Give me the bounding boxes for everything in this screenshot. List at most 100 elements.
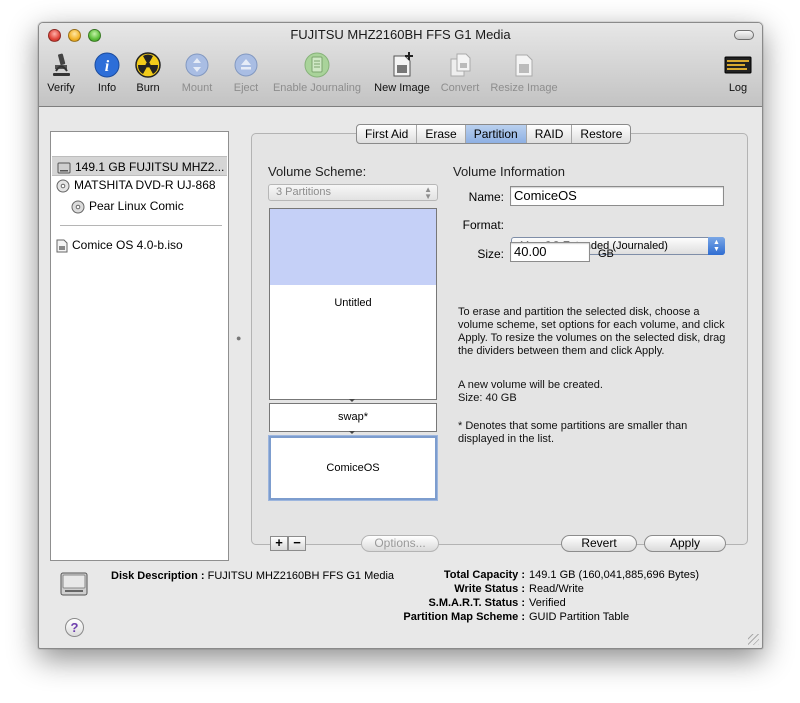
tab-partition[interactable]: Partition — [465, 125, 527, 143]
eject-button[interactable]: Eject — [230, 51, 262, 94]
convert-label: Convert — [440, 82, 480, 94]
new-volume-size: Size: 40 GB — [458, 392, 517, 404]
sidebar-item-label: Pear Linux Comic — [89, 199, 184, 213]
partition-divider-handle[interactable] — [349, 431, 355, 434]
eject-icon — [234, 53, 258, 77]
size-label: Size: — [477, 247, 504, 261]
write-status-key: Write Status : — [454, 583, 525, 595]
log-label: Log — [728, 82, 748, 94]
split-view-handle[interactable]: ● — [236, 333, 241, 343]
partition-map-scheme-key: Partition Map Scheme : — [403, 611, 525, 623]
partition-untitled[interactable]: Untitled — [269, 208, 437, 400]
smart-status-value: Verified — [529, 597, 566, 609]
burn-button[interactable]: Burn — [133, 51, 163, 94]
remove-partition-button[interactable]: − — [288, 536, 306, 551]
partition-map: Untitled swap* ComiceOS — [269, 208, 437, 502]
volume-name-field[interactable]: ComiceOS — [510, 186, 724, 206]
new-volume-status: A new volume will be created. — [458, 379, 603, 391]
size-unit: GB — [598, 248, 614, 260]
partition-help-text: To erase and partition the selected disk… — [458, 306, 726, 357]
new-image-button[interactable]: New Image — [372, 51, 432, 94]
convert-icon — [450, 53, 471, 77]
verify-label: Verify — [47, 82, 75, 94]
burn-icon — [135, 52, 161, 78]
options-button[interactable]: Options... — [361, 535, 439, 552]
sidebar-item-pear-linux-comic[interactable]: Pear Linux Comic — [71, 196, 184, 216]
volume-scheme-select[interactable]: 3 Partitions ▲ ▼ — [268, 184, 438, 201]
info-icon: i — [94, 52, 120, 78]
disc-icon — [71, 200, 85, 214]
journaling-icon — [304, 52, 330, 78]
tab-bar: First Aid Erase Partition RAID Restore — [356, 124, 632, 144]
sidebar-item-dvd-drive[interactable]: MATSHITA DVD-R UJ-868 — [56, 175, 216, 195]
sidebar-item-label: MATSHITA DVD-R UJ-868 — [74, 178, 216, 192]
info-button[interactable]: i Info — [93, 51, 121, 94]
total-capacity-value: 149.1 GB (160,041,885,696 Bytes) — [529, 569, 700, 581]
sidebar-item-label: 149.1 GB FUJITSU MHZ2... — [75, 160, 225, 174]
new-image-icon — [393, 52, 413, 77]
partition-divider-handle[interactable] — [349, 399, 355, 402]
sidebar-item-comice-iso[interactable]: Comice OS 4.0-b.iso — [56, 235, 183, 255]
partition-panel: Volume Scheme: 3 Partitions ▲ ▼ Untitled … — [251, 133, 748, 552]
chevron-up-down-icon: ▲ ▼ — [424, 185, 432, 201]
mount-label: Mount — [181, 82, 213, 94]
verify-button[interactable]: Verify — [44, 51, 78, 94]
sidebar-divider — [60, 225, 222, 226]
partition-map-scheme-value: GUID Partition Table — [529, 611, 630, 623]
info-label: Info — [97, 82, 117, 94]
mount-button[interactable]: Mount — [179, 51, 215, 94]
total-capacity-key: Total Capacity : — [443, 569, 525, 581]
log-icon — [724, 56, 752, 74]
disk-image-icon — [56, 239, 68, 253]
apply-button[interactable]: Apply — [644, 535, 726, 552]
name-label: Name: — [468, 190, 504, 204]
sidebar-item-label: Comice OS 4.0-b.iso — [72, 238, 183, 252]
partition-label: Untitled — [334, 297, 372, 309]
microscope-icon — [53, 53, 70, 76]
log-button[interactable]: Log — [722, 51, 754, 94]
mount-icon — [185, 53, 209, 77]
svg-text:i: i — [105, 58, 110, 75]
partition-usage-fill — [270, 209, 436, 285]
new-image-label: New Image — [374, 82, 430, 94]
tab-restore[interactable]: Restore — [572, 125, 630, 143]
help-button[interactable]: ? — [65, 618, 84, 637]
convert-button[interactable]: Convert — [437, 51, 483, 94]
volume-information-label: Volume Information — [453, 164, 566, 179]
hard-disk-icon — [60, 572, 88, 596]
eject-label: Eject — [233, 82, 259, 94]
partition-label: ComiceOS — [326, 462, 380, 474]
partition-note: * Denotes that some partitions are small… — [458, 420, 688, 445]
enable-journaling-label: Enable Journaling — [272, 82, 362, 94]
burn-label: Burn — [136, 82, 160, 94]
format-label: Format: — [462, 218, 504, 232]
enable-journaling-button[interactable]: Enable Journaling — [269, 51, 365, 94]
window-title: FUJITSU MHZ2160BH FFS G1 Media — [290, 27, 511, 42]
disk-utility-window: FUJITSU MHZ2160BH FFS G1 Media Verify i … — [38, 22, 763, 649]
optical-drive-icon — [56, 179, 70, 193]
volume-scheme-value: 3 Partitions — [276, 186, 332, 198]
write-status-value: Read/Write — [529, 583, 584, 595]
smart-status-key: S.M.A.R.T. Status : — [428, 597, 525, 609]
tab-first-aid[interactable]: First Aid — [357, 125, 418, 143]
tab-erase[interactable]: Erase — [417, 125, 466, 143]
volume-size-field[interactable]: 40.00 — [510, 242, 590, 262]
volume-scheme-label: Volume Scheme: — [268, 164, 367, 179]
partition-comiceos[interactable]: ComiceOS — [269, 436, 437, 500]
disk-list: 149.1 GB FUJITSU MHZ2... MATSHITA DVD-R … — [50, 131, 229, 561]
partition-label: swap* — [338, 411, 368, 423]
partition-swap[interactable]: swap* — [269, 403, 437, 432]
toolbar-toggle-button[interactable] — [734, 30, 754, 40]
revert-button[interactable]: Revert — [561, 535, 637, 552]
resize-image-label: Resize Image — [490, 82, 558, 94]
toolbar: FUJITSU MHZ2160BH FFS G1 Media Verify i … — [39, 23, 762, 107]
resize-grip[interactable] — [748, 634, 759, 645]
sidebar-item-fujitsu-disk[interactable]: 149.1 GB FUJITSU MHZ2... — [52, 156, 227, 176]
tab-raid[interactable]: RAID — [527, 125, 573, 143]
disk-description-key: Disk Description : — [111, 570, 205, 582]
add-partition-button[interactable]: + — [270, 536, 288, 551]
resize-image-button[interactable]: Resize Image — [489, 51, 559, 94]
resize-image-icon — [515, 54, 533, 77]
chevron-up-down-icon: ▲ ▼ — [708, 237, 725, 255]
hard-disk-icon — [57, 162, 71, 174]
